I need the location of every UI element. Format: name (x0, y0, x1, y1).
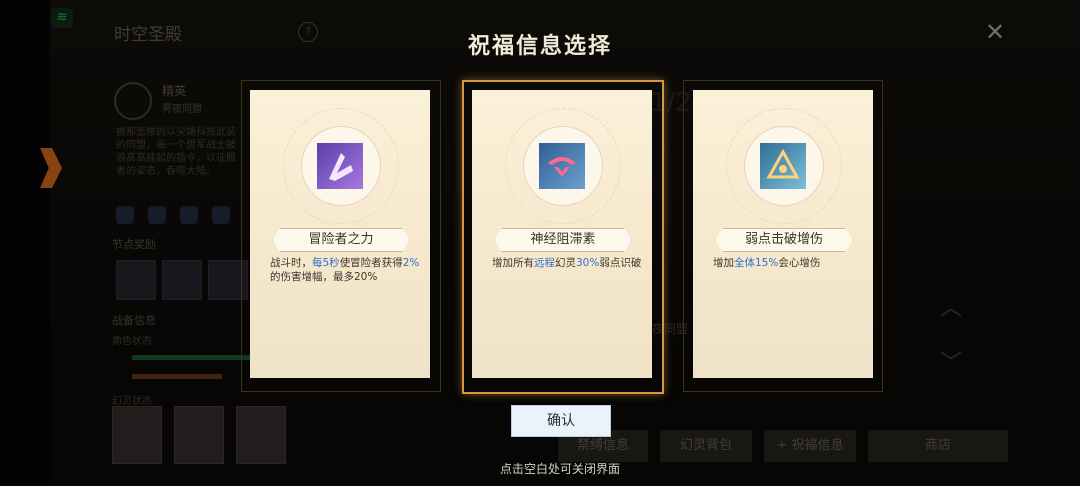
card-description: 增加全体15%会心增伤 (713, 257, 821, 269)
card-description: 战斗时，每5秒使冒险者获得2%的伤害增幅，最多20% (270, 257, 420, 283)
weakpoint-break-icon (760, 143, 806, 189)
neural-block-icon (539, 143, 585, 189)
confirm-button[interactable]: 确认 (511, 405, 611, 437)
card-name: 冒险者之力 (272, 228, 410, 252)
card-name: 弱点击破增伤 (715, 228, 853, 252)
close-hint: 点击空白处可关闭界面 (499, 462, 620, 476)
blessing-card-2[interactable]: 神经阻滞素 增加所有远程幻灵30%弱点识破 (472, 90, 652, 378)
adventurer-power-icon (317, 143, 363, 189)
card-name: 神经阻滞素 (494, 228, 632, 252)
blessing-card-1[interactable]: 冒险者之力 战斗时，每5秒使冒险者获得2%的伤害增幅，最多20% (250, 90, 430, 378)
card-description: 增加所有远程幻灵30%弱点识破 (492, 257, 642, 269)
modal-title: 祝福信息选择 (467, 34, 612, 59)
blessing-card-3[interactable]: 弱点击破增伤 增加全体15%会心增伤 (693, 90, 873, 378)
